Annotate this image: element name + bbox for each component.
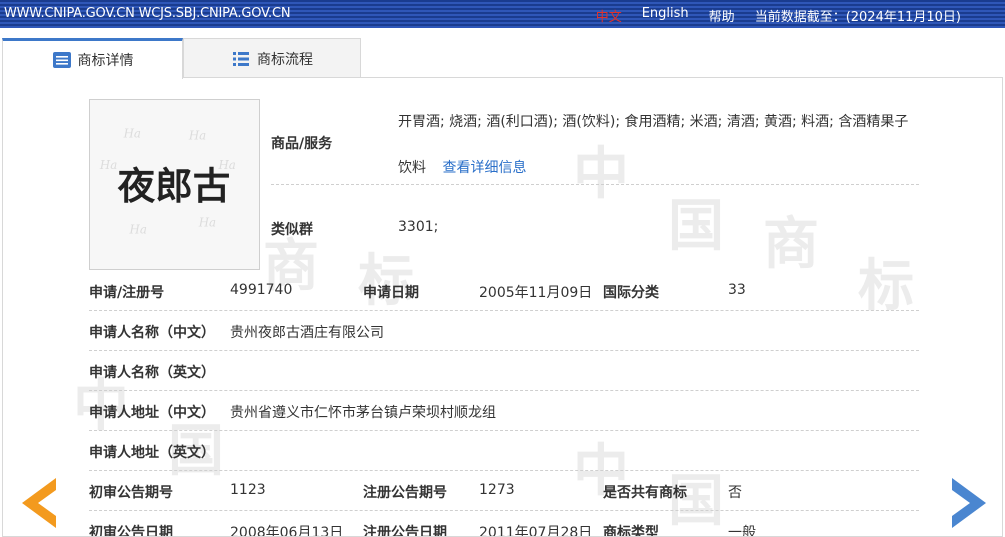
shared-value: 否 <box>728 485 742 501</box>
reg-no-value: 4991740 <box>230 282 293 298</box>
tm-type-value: 一般 <box>728 525 756 537</box>
tab-label: 商标详情 <box>77 53 134 69</box>
address-en-row: 申请人地址（英文） <box>89 431 919 471</box>
lang-english-link[interactable]: English <box>642 6 689 25</box>
address-cn-label: 申请人地址（中文） <box>89 405 215 421</box>
reg-issue-label: 注册公告期号 <box>363 485 447 501</box>
data-as-of: 当前数据截至：(2024年11月10日) <box>754 10 961 25</box>
svg-text:Ha: Ha <box>123 127 141 141</box>
reg-no-label: 申请/注册号 <box>89 285 165 301</box>
address-en-label: 申请人地址（英文） <box>89 445 215 461</box>
goods-services-value: 开胃酒; 烧酒; 酒(利口酒); 酒(饮料); 食用酒精; 米酒; 清酒; 黄酒… <box>398 99 916 191</box>
similar-group-row: 类似群 3301; <box>271 185 919 271</box>
publication-date-row: 初审公告日期 2008年06月13日 注册公告日期 2011年07月28日 商标… <box>89 511 919 537</box>
tab-label: 商标流程 <box>257 51 313 68</box>
prev-arrow-button[interactable] <box>22 478 58 532</box>
trademark-logo: Ha Ha Ha Ha Ha Ha 夜郎古 <box>89 99 260 270</box>
top-links: 中文 English 帮助 当前数据截至：(2024年11月10日) <box>596 6 961 25</box>
lang-chinese-link[interactable]: 中文 <box>596 6 622 25</box>
apply-date-label: 申请日期 <box>363 285 419 301</box>
svg-text:Ha: Ha <box>198 216 216 230</box>
reg-date-value: 2011年07月28日 <box>479 525 593 537</box>
similar-group-value: 3301; <box>398 219 439 235</box>
tm-type-label: 商标类型 <box>603 525 659 537</box>
prelim-date-label: 初审公告日期 <box>89 525 173 537</box>
prelim-issue-label: 初审公告期号 <box>89 485 173 501</box>
reg-date-label: 注册公告日期 <box>363 525 447 537</box>
logo-text: 夜郎古 <box>117 164 231 208</box>
reg-issue-value: 1273 <box>479 482 515 498</box>
help-link[interactable]: 帮助 <box>709 6 735 25</box>
detail-panel: 中 国 商 标 中 国 商 标 中 国 Ha Ha Ha Ha Ha Ha 夜郎古 商… <box>2 77 1003 537</box>
svg-text:Ha: Ha <box>99 158 117 172</box>
applicant-cn-row: 申请人名称（中文） 贵州夜郎古酒庄有限公司 <box>89 311 919 351</box>
prelim-date-value: 2008年06月13日 <box>230 525 344 537</box>
goods-services-label: 商品/服务 <box>271 136 333 152</box>
view-details-link[interactable]: 查看详细信息 <box>442 160 526 176</box>
tab-trademark-details[interactable]: 商标详情 <box>2 38 183 79</box>
shared-label: 是否共有商标 <box>603 485 687 501</box>
address-cn-value: 贵州省遵义市仁怀市茅台镇卢荣坝村顺龙组 <box>230 405 496 421</box>
prelim-issue-value: 1123 <box>230 482 266 498</box>
chevron-right-icon <box>952 478 986 528</box>
address-cn-row: 申请人地址（中文） 贵州省遵义市仁怀市茅台镇卢荣坝村顺龙组 <box>89 391 919 431</box>
applicant-cn-value: 贵州夜郎古酒庄有限公司 <box>230 325 384 341</box>
goods-services-row: 商品/服务 开胃酒; 烧酒; 酒(利口酒); 酒(饮料); 食用酒精; 米酒; … <box>271 99 919 185</box>
publication-issue-row: 初审公告期号 1123 注册公告期号 1273 是否共有商标 否 <box>89 471 919 511</box>
goods-services-block: 商品/服务 开胃酒; 烧酒; 酒(利口酒); 酒(饮料); 食用酒精; 米酒; … <box>271 99 919 271</box>
svg-text:Ha: Ha <box>129 222 147 236</box>
intl-class-value: 33 <box>728 282 746 298</box>
list-icon <box>52 51 72 69</box>
site-url: WWW.CNIPA.GOV.CN WCJS.SBJ.CNIPA.GOV.CN <box>4 6 291 21</box>
applicant-en-label: 申请人名称（英文） <box>89 365 215 381</box>
similar-group-label: 类似群 <box>271 222 313 238</box>
chevron-left-icon <box>22 478 56 528</box>
intl-class-label: 国际分类 <box>603 285 659 301</box>
tab-trademark-process[interactable]: 商标流程 <box>183 38 361 78</box>
list-icon <box>231 50 251 68</box>
svg-text:Ha: Ha <box>188 129 206 143</box>
tab-bar: 商标详情 商标流程 <box>2 38 1003 79</box>
top-bar: WWW.CNIPA.GOV.CN WCJS.SBJ.CNIPA.GOV.CN 中… <box>0 0 1005 28</box>
next-arrow-button[interactable] <box>950 478 986 532</box>
applicant-cn-label: 申请人名称（中文） <box>89 325 215 341</box>
reg-number-row: 申请/注册号 4991740 申请日期 2005年11月09日 国际分类 33 <box>89 270 919 311</box>
applicant-en-row: 申请人名称（英文） <box>89 351 919 391</box>
apply-date-value: 2005年11月09日 <box>479 285 593 301</box>
